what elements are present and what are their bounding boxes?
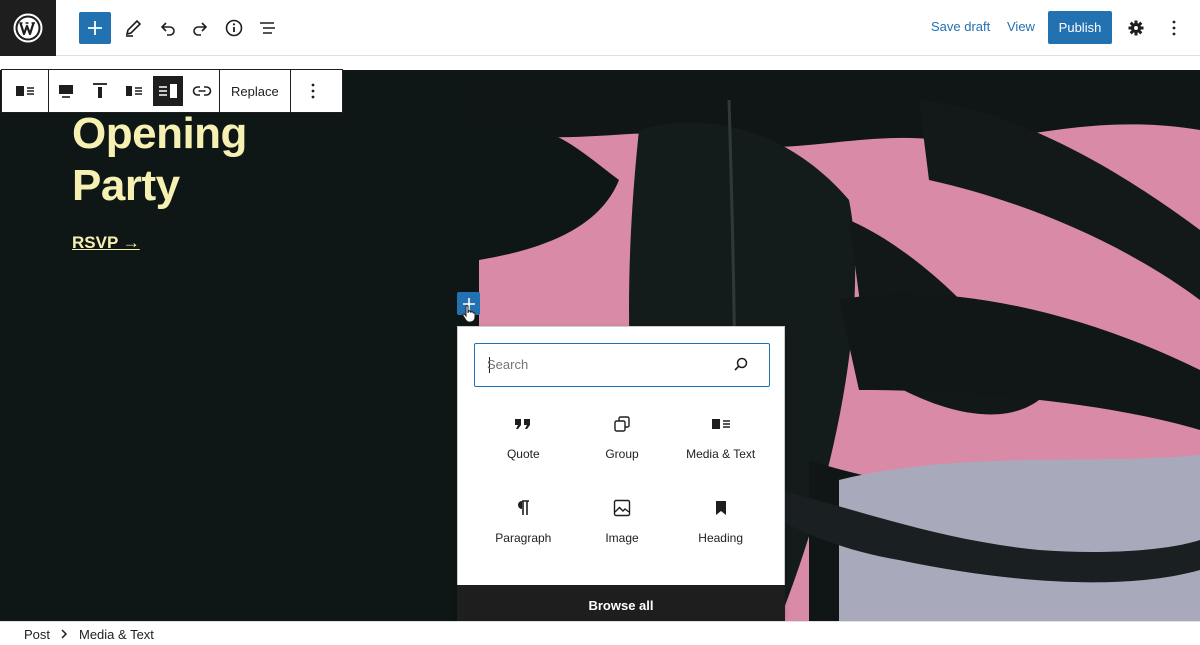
block-item-label: Media & Text: [686, 447, 756, 461]
quote-icon: [515, 419, 531, 429]
redo-button[interactable]: [185, 12, 217, 44]
block-type-button[interactable]: [2, 70, 48, 112]
more-options-group: [291, 70, 335, 112]
block-item-heading[interactable]: Heading: [671, 491, 770, 551]
heading-line-2: Party: [72, 161, 180, 210]
link-icon: [192, 86, 212, 96]
vertical-align-top-button[interactable]: [83, 70, 117, 112]
alignment-group: [49, 70, 220, 112]
media-text-icon: [711, 419, 730, 429]
block-search: [474, 343, 770, 387]
search-icon: [734, 357, 748, 371]
breadcrumb-root[interactable]: Post: [24, 627, 50, 642]
list-view-button[interactable]: [252, 12, 284, 44]
block-item-label: Quote: [506, 447, 540, 461]
list-view-icon: [260, 22, 275, 34]
heading-line-1: Opening: [72, 109, 247, 158]
pencil-icon: [125, 19, 142, 37]
block-types-list: Quote Group Media & Text Paragraph Image…: [474, 407, 770, 551]
block-switcher-group: [2, 70, 49, 112]
group-icon: [614, 416, 630, 432]
wordpress-logo-button[interactable]: [0, 0, 56, 56]
tools-button[interactable]: [117, 12, 149, 44]
breadcrumb-current: Media & Text: [79, 627, 154, 642]
browse-all-button[interactable]: Browse all: [457, 585, 785, 626]
block-search-input[interactable]: [487, 344, 727, 385]
block-item-label: Paragraph: [495, 531, 552, 545]
more-vertical-icon: [1172, 20, 1176, 36]
more-vertical-icon: [311, 83, 315, 99]
cover-heading[interactable]: Opening Party: [72, 108, 247, 212]
block-item-label: Group: [605, 447, 639, 461]
bookmark-icon: [715, 501, 726, 515]
options-button[interactable]: [1158, 12, 1190, 44]
block-item-quote[interactable]: Quote: [474, 407, 573, 467]
block-item-media-text[interactable]: Media & Text: [671, 407, 770, 467]
link-button[interactable]: [185, 70, 219, 112]
block-item-label: Image: [605, 531, 639, 545]
replace-group: Replace: [220, 70, 291, 112]
block-options-button[interactable]: [291, 70, 335, 112]
paragraph-icon: [518, 500, 530, 515]
plus-icon: [88, 21, 102, 35]
align-top-icon: [93, 83, 107, 98]
block-breadcrumb: Post Media & Text: [0, 621, 1200, 645]
media-text-icon: [16, 86, 34, 96]
undo-icon: [160, 22, 175, 36]
quick-inserter-popover: Quote Group Media & Text: [457, 326, 785, 626]
media-right-button[interactable]: [151, 70, 185, 112]
replace-button[interactable]: Replace: [220, 70, 290, 112]
save-draft-button[interactable]: Save draft: [931, 19, 990, 34]
block-inserter-toggle[interactable]: [79, 12, 111, 44]
editor-header: Save draft View Publish: [0, 0, 1200, 56]
hand-pointer-cursor-icon: [462, 305, 476, 323]
media-left-button[interactable]: [117, 70, 151, 112]
pull-left-icon: [126, 86, 142, 96]
view-button[interactable]: View: [1007, 19, 1035, 34]
block-item-label: Heading: [698, 531, 743, 545]
block-item-paragraph[interactable]: Paragraph: [474, 491, 573, 551]
settings-button[interactable]: [1120, 12, 1152, 44]
chevron-right-icon: [61, 629, 68, 639]
wordpress-icon: [13, 13, 43, 43]
details-button[interactable]: [218, 12, 250, 44]
block-toolbar: Replace: [1, 69, 343, 113]
image-icon: [613, 499, 631, 517]
align-wide-icon: [59, 85, 73, 98]
gear-icon: [1128, 20, 1144, 36]
undo-button[interactable]: [151, 12, 183, 44]
redo-icon: [193, 22, 208, 36]
block-item-image[interactable]: Image: [573, 491, 672, 551]
publish-button[interactable]: Publish: [1048, 11, 1112, 44]
rsvp-link[interactable]: RSVP →: [72, 233, 140, 253]
block-item-group[interactable]: Group: [573, 407, 672, 467]
align-wide-button[interactable]: [49, 70, 83, 112]
info-icon: [225, 19, 243, 37]
pull-right-icon: [153, 76, 183, 106]
